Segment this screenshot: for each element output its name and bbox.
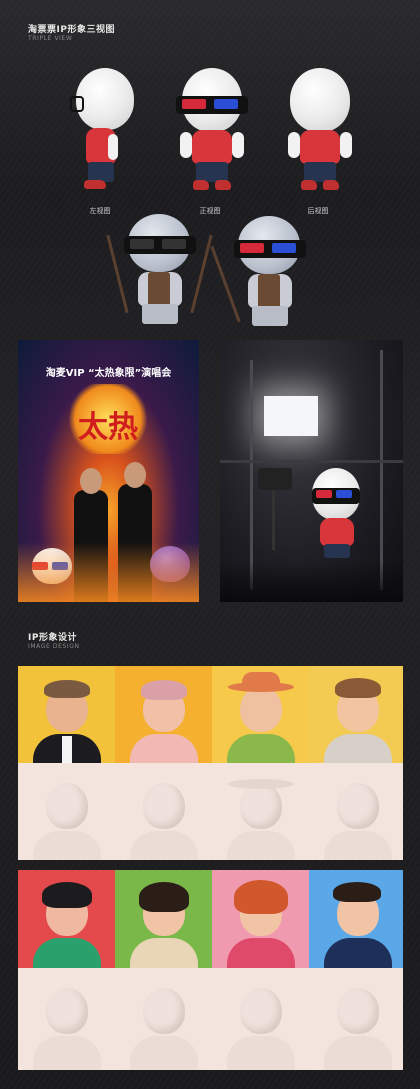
avatar-tile bbox=[309, 666, 403, 763]
poster-logo-text: 太热 bbox=[78, 410, 138, 445]
avatar-clay-tile bbox=[309, 763, 403, 860]
avatar-clay-tile bbox=[212, 763, 309, 860]
avatar-tile bbox=[115, 666, 212, 763]
avatar-tile bbox=[212, 666, 309, 763]
poster-logo: 太热 bbox=[66, 384, 150, 454]
section-subtitle-image-design: IMAGE DESIGN bbox=[28, 643, 80, 650]
avatar-tile bbox=[212, 870, 309, 968]
concert-poster: 淘麦VIP “太热象限”演唱会 太热 bbox=[18, 340, 199, 602]
avatar-tile bbox=[18, 870, 115, 968]
avatar-tile bbox=[18, 666, 115, 763]
avatar-clay-tile bbox=[309, 968, 403, 1070]
avatar-clay-tile bbox=[18, 763, 115, 860]
avatar-tile bbox=[309, 870, 403, 968]
avatar-clay-tile bbox=[115, 763, 212, 860]
avatar-clay-tile bbox=[212, 968, 309, 1070]
character-warrior-left bbox=[106, 210, 213, 330]
section-subtitle-triple-view: TRIPLE VIEW bbox=[28, 35, 73, 42]
studio-scene bbox=[220, 340, 403, 602]
section-title-image-design: IP形象设计 bbox=[28, 633, 77, 643]
avatar-grid-1 bbox=[18, 666, 403, 860]
avatar-clay-tile bbox=[18, 968, 115, 1070]
avatar-grid-2 bbox=[18, 870, 403, 1070]
poster-title: 淘麦VIP “太热象限”演唱会 bbox=[45, 368, 172, 379]
character-front-view bbox=[176, 68, 248, 203]
avatar-tile bbox=[115, 870, 212, 968]
section-title-triple-view: 淘票票IP形象三视图 bbox=[28, 25, 115, 35]
character-warrior-right bbox=[210, 214, 312, 334]
character-back-view bbox=[284, 68, 356, 203]
page: 淘票票IP形象三视图 TRIPLE VIEW 左视图 正视图 后视图 淘麦VIP… bbox=[0, 0, 420, 1089]
character-left-view bbox=[68, 68, 138, 203]
avatar-clay-tile bbox=[115, 968, 212, 1070]
